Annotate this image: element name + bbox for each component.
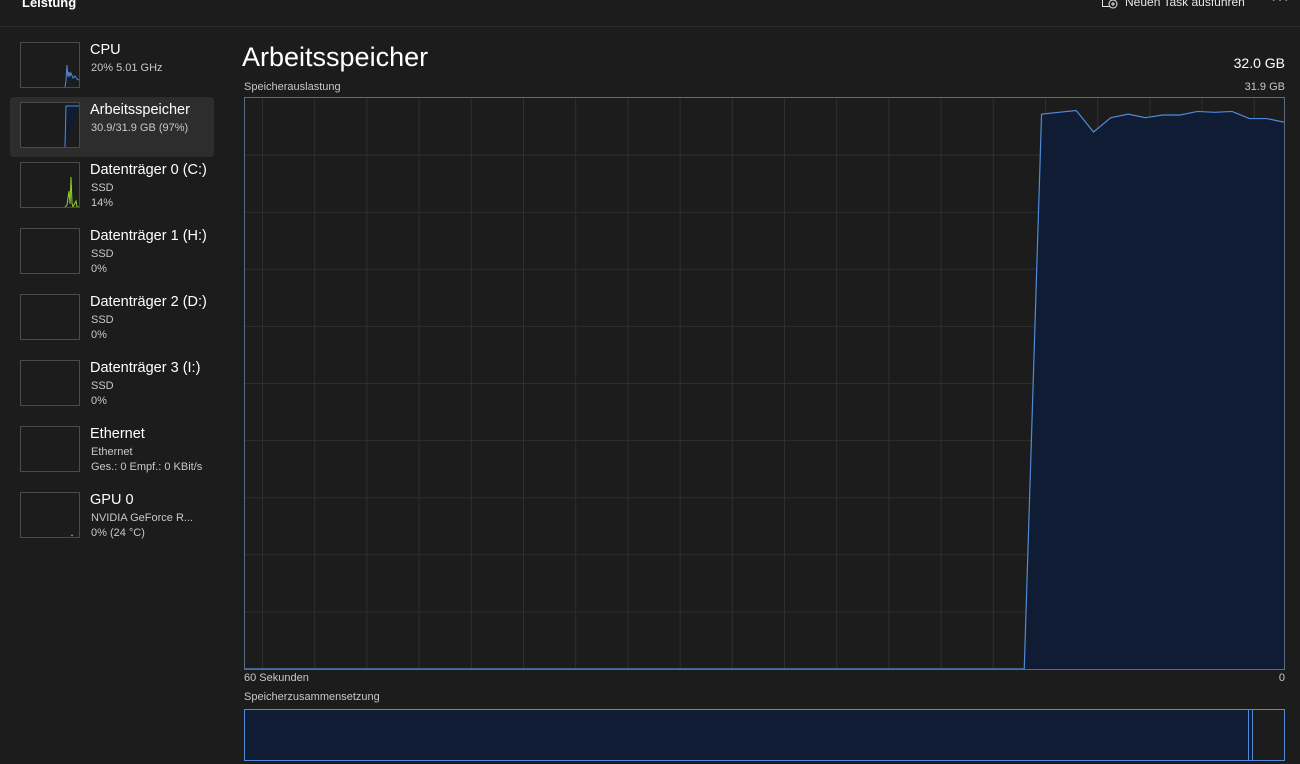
- gpu-graph-icon: [20, 492, 80, 538]
- sidebar: CPU 20% 5.01 GHz Arbeitsspeicher 30.9/31.9 …: [0, 27, 228, 764]
- disk-graph-icon: [20, 294, 80, 340]
- new-task-label: Neuen Task ausführen: [1125, 0, 1245, 9]
- disk-graph-icon: [20, 228, 80, 274]
- usage-area: [245, 110, 1284, 669]
- sidebar-item-name: Ethernet: [90, 426, 145, 442]
- sidebar-item-datentr-ger-2-d[interactable]: Datenträger 2 (D:) SSD 0%: [10, 289, 214, 349]
- sidebar-item-detail: 0%: [91, 263, 107, 275]
- page-heading: Arbeitsspeicher: [242, 42, 429, 72]
- sidebar-item-detail: 0%: [91, 329, 107, 341]
- memory-usage-graph: [244, 97, 1285, 670]
- sidebar-item-datentr-ger-3-i[interactable]: Datenträger 3 (I:) SSD 0%: [10, 355, 214, 415]
- sidebar-item-detail: 0% (24 °C): [91, 527, 145, 539]
- sidebar-item-detail: SSD: [91, 248, 114, 260]
- usage-max-label: 31.9 GB: [1244, 81, 1285, 93]
- x-axis-right-label: 0: [1278, 672, 1285, 684]
- memory-graph-icon: [20, 102, 80, 148]
- sidebar-item-name: CPU: [90, 42, 121, 58]
- sidebar-item-datentr-ger-1-h[interactable]: Datenträger 1 (H:) SSD 0%: [10, 223, 214, 283]
- new-task-icon: [1102, 0, 1118, 9]
- usage-chart: [245, 98, 1285, 670]
- sidebar-item-name: Datenträger 3 (I:): [90, 360, 201, 376]
- memory-composition-bar: [244, 709, 1285, 761]
- sidebar-item-detail: 14%: [91, 197, 114, 209]
- sidebar-item-cpu[interactable]: CPU 20% 5.01 GHz: [10, 37, 214, 97]
- network-graph-icon: [20, 426, 80, 472]
- header-bar: Leistung Neuen Task ausführen ···: [0, 0, 1300, 27]
- sidebar-item-detail: 30.9/31.9 GB (97%): [91, 122, 189, 134]
- sidebar-item-name: Datenträger 1 (H:): [90, 228, 207, 244]
- disk-graph-icon: [20, 360, 80, 406]
- x-axis-left-label: 60 Sekunden: [244, 672, 309, 684]
- sidebar-item-name: Datenträger 2 (D:): [90, 294, 207, 310]
- sidebar-item-detail: 20% 5.01 GHz: [91, 62, 163, 74]
- sidebar-item-detail: SSD: [91, 314, 114, 326]
- sidebar-item-detail: Ges.: 0 Empf.: 0 KBit/s: [91, 461, 203, 473]
- composition-free-segment: [1253, 710, 1284, 760]
- sidebar-item-detail: 0%: [91, 395, 107, 407]
- sidebar-item-name: GPU 0: [90, 492, 134, 508]
- cpu-graph-icon: [20, 42, 80, 88]
- memory-capacity: 32.0 GB: [1233, 55, 1285, 71]
- sidebar-item-gpu-0[interactable]: GPU 0 NVIDIA GeForce R... 0% (24 °C): [10, 487, 214, 547]
- sidebar-item-detail: SSD: [91, 380, 114, 392]
- disk-graph-icon: [20, 162, 80, 208]
- sidebar-item-arbeitsspeicher[interactable]: Arbeitsspeicher 30.9/31.9 GB (97%): [10, 97, 214, 157]
- sidebar-item-detail: NVIDIA GeForce R...: [91, 512, 194, 524]
- sidebar-item-detail: SSD: [91, 182, 114, 194]
- new-task-button[interactable]: Neuen Task ausführen: [1102, 0, 1245, 9]
- more-options-icon[interactable]: ···: [1271, 0, 1290, 9]
- page-title: Leistung: [22, 0, 77, 10]
- composition-label: Speicherzusammensetzung: [244, 691, 380, 703]
- sidebar-item-name: Arbeitsspeicher: [90, 102, 190, 118]
- sidebar-item-name: Datenträger 0 (C:): [90, 162, 207, 178]
- sidebar-item-ethernet[interactable]: Ethernet Ethernet Ges.: 0 Empf.: 0 KBit/s: [10, 421, 214, 481]
- usage-label: Speicherauslastung: [244, 81, 341, 93]
- sidebar-item-detail: Ethernet: [91, 446, 133, 458]
- composition-modified-segment: [1248, 710, 1249, 760]
- sidebar-item-datentr-ger-0-c[interactable]: Datenträger 0 (C:) SSD 14%: [10, 157, 214, 217]
